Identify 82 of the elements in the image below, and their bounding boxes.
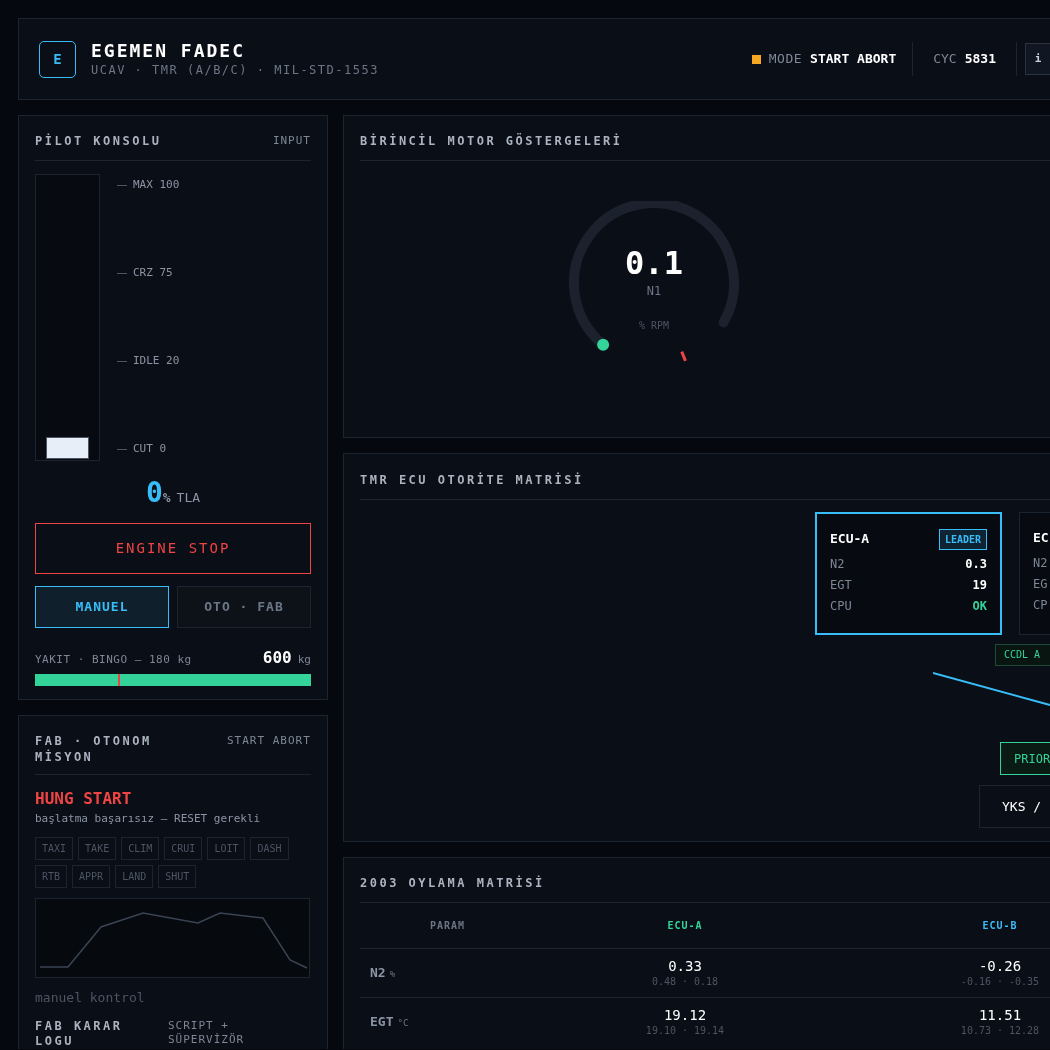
app-subtitle: UCAV · TMR (A/B/C) · MIL-STD-1553 (91, 62, 379, 78)
param-unit: °C (397, 1017, 409, 1031)
throttle-tick-label: IDLE 20 (133, 353, 180, 370)
fuel-value: 600 (262, 647, 292, 669)
phase-chip: LAND (115, 864, 154, 888)
vote-value: 0.33 (668, 957, 702, 975)
reading-unit: % (162, 490, 171, 507)
panel-title: FAB KARAR LOGU (35, 1019, 124, 1049)
throttle-tick-label: CUT 0 (133, 441, 167, 458)
vote-value: 19.12 (663, 1006, 707, 1024)
fuel-label: YAKIT · BINGO — 180 kg (35, 652, 192, 668)
panel-title: PİLOT KONSOLU (35, 132, 162, 150)
column-header: ECU-A (666, 919, 704, 933)
phase-chip: LOIT (207, 836, 246, 860)
mode-button[interactable]: MANUEL (35, 586, 169, 628)
alert-message: başlatma başarısız — RESET gerekli (35, 811, 262, 827)
param-name: N2 (370, 964, 386, 983)
cycle-value: 5831 (964, 50, 996, 69)
panel-title: TMR ECU OTORİTE MATRİSİ (360, 471, 1050, 500)
link-badge: CCDL A (995, 644, 1050, 666)
ecu-param-label: CPU (830, 597, 852, 615)
vote-value: -0.26 (978, 957, 1022, 975)
gauge-needle-dot (597, 338, 610, 351)
phase-chip: SHUT (158, 864, 197, 888)
leader-badge: LEADER (938, 528, 987, 550)
phase-chip: CLIM (121, 836, 160, 860)
panel-title: FAB · OTONOM MİSYON (35, 733, 153, 765)
gauge-value: 0.1 (625, 244, 683, 282)
mode-button[interactable]: OTO · FAB (177, 586, 311, 628)
ecu-param-value: 19 (972, 576, 987, 594)
gauge-unit: % RPM (638, 319, 670, 333)
phase-chip: APPR (72, 864, 111, 888)
ecu-status-value: OK (972, 597, 987, 615)
mission-note: manuel kontrol (35, 988, 146, 1007)
ecu-param-label: EG (1033, 575, 1048, 593)
ecu-name: ECU-A (830, 530, 870, 549)
panel-title: BİRİNCİL MOTOR GÖSTERGELERİ (360, 132, 1050, 161)
panel-tag: INPUT (272, 132, 311, 150)
phase-chip: CRUI (164, 836, 203, 860)
logo-badge: E (39, 40, 76, 78)
param-unit: % (389, 968, 396, 982)
yks-button[interactable]: YKS / (979, 785, 1050, 828)
app-title: EGEMEN FADEC (91, 40, 247, 62)
panel-tag: START ABORT (227, 733, 311, 765)
throttle-tick-label: CRZ 75 (133, 265, 173, 282)
info-button[interactable]: i (1025, 43, 1050, 75)
vote-range: 19.10 · 19.14 (645, 1024, 725, 1038)
status-indicator-icon (751, 54, 761, 64)
phase-chip: RTB (35, 864, 68, 888)
priority-button[interactable]: PRIOR (1000, 742, 1050, 775)
panel-title: 2003 OYLAMA MATRİSİ (360, 874, 1050, 903)
ecu-param-value: 0.3 (965, 555, 987, 573)
ecu-param-label: CP (1033, 596, 1048, 614)
alert-title: HUNG START (35, 789, 133, 809)
ecu-param-label: EGT (830, 576, 852, 594)
redline-mark (680, 351, 687, 362)
ecu-param-label: N2 (830, 555, 845, 573)
phase-chip: DASH (250, 836, 289, 860)
vote-value: 11.51 (978, 1006, 1022, 1024)
column-header: PARAM (428, 919, 467, 933)
gauge-label: N1 (646, 283, 662, 300)
throttle-handle[interactable] (46, 437, 89, 459)
vote-range: -0.16 · -0.35 (960, 975, 1040, 989)
mode-label: MODE (768, 50, 803, 69)
phase-chip: TAXI (35, 836, 74, 860)
ecu-card[interactable]: EC N2 EG CP (1019, 512, 1050, 635)
column-header: ECU-B (981, 919, 1019, 933)
ecu-name: EC (1033, 529, 1049, 548)
mode-value: START ABORT (810, 50, 897, 69)
throttle-reading: 0 (145, 477, 163, 509)
param-name: EGT (370, 1013, 394, 1032)
fuel-unit: kg (297, 652, 311, 668)
phase-chip: TAKE (78, 836, 117, 860)
engine-stop-button[interactable]: ENGINE STOP (35, 523, 311, 574)
cycle-label: CYC (933, 50, 957, 69)
ecu-card[interactable]: ECU-A LEADER N2 0.3 EGT 19 CPU OK (815, 512, 1002, 635)
panel-tag: SCRIPT + SÜPERVİZÖR (168, 1019, 308, 1049)
ecu-param-label: N2 (1033, 554, 1048, 572)
reading-label: TLA (176, 489, 201, 507)
vote-range: 10.73 · 12.28 (960, 1024, 1040, 1038)
vote-range: 0.48 · 0.18 (651, 975, 719, 989)
throttle-tick-label: MAX 100 (133, 177, 180, 193)
